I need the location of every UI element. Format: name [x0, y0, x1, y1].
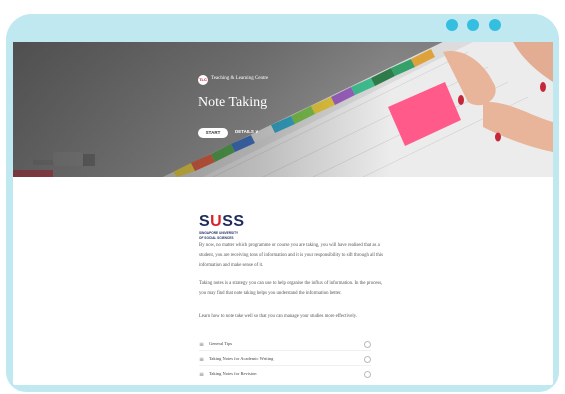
start-button[interactable]: START [198, 128, 228, 138]
divider [199, 365, 371, 366]
suss-letter-u: U [210, 213, 223, 230]
org-name: Teaching & Learning Centre [211, 76, 269, 81]
tlc-logo: TLC [198, 75, 208, 85]
suss-wordmark: SUSS [199, 214, 245, 230]
window-dot-3[interactable] [489, 19, 501, 31]
lesson-status-circle-icon [364, 356, 371, 363]
intro-paragraph-3: Learn how to note take well so that you … [199, 314, 357, 319]
hero-overlay [13, 42, 553, 177]
window-dot-1[interactable] [446, 19, 458, 31]
page-title: Note Taking [198, 95, 268, 110]
lesson-label: Taking Notes for Academic Writing [209, 356, 274, 361]
suss-letter-s: S [199, 213, 211, 230]
hero-banner: TLC Teaching & Learning Centre Note Taki… [13, 42, 553, 177]
divider [199, 350, 371, 351]
suss-subtitle-1: SINGAPORE UNIVERSITY [199, 231, 239, 235]
intro-paragraph-2: Taking notes is a strategy you can use t… [199, 281, 383, 296]
lesson-lines-icon: ≡ [199, 356, 205, 363]
suss-letters-ss: SS [222, 213, 245, 230]
lesson-label: Taking Notes for Revision [209, 371, 257, 376]
window-dot-2[interactable] [467, 19, 479, 31]
lesson-status-circle-icon [364, 371, 371, 378]
lesson-lines-icon: ≡ [199, 371, 205, 378]
lesson-status-circle-icon [364, 341, 371, 348]
lesson-lines-icon: ≡ [199, 341, 205, 348]
suss-subtitle-2: OF SOCIAL SCIENCES [199, 236, 234, 240]
suss-logo: SUSS SINGAPORE UNIVERSITY OF SOCIAL SCIE… [199, 214, 245, 241]
lesson-label: General Tips [209, 341, 233, 346]
details-link[interactable]: DETAILS ∨ [235, 129, 258, 135]
lesson-item[interactable]: ≡ Taking Notes for Revision [199, 368, 371, 382]
intro-paragraph-1: By now, no matter which programme or cou… [199, 243, 383, 268]
browser-window: TLC Teaching & Learning Centre Note Taki… [13, 42, 553, 385]
